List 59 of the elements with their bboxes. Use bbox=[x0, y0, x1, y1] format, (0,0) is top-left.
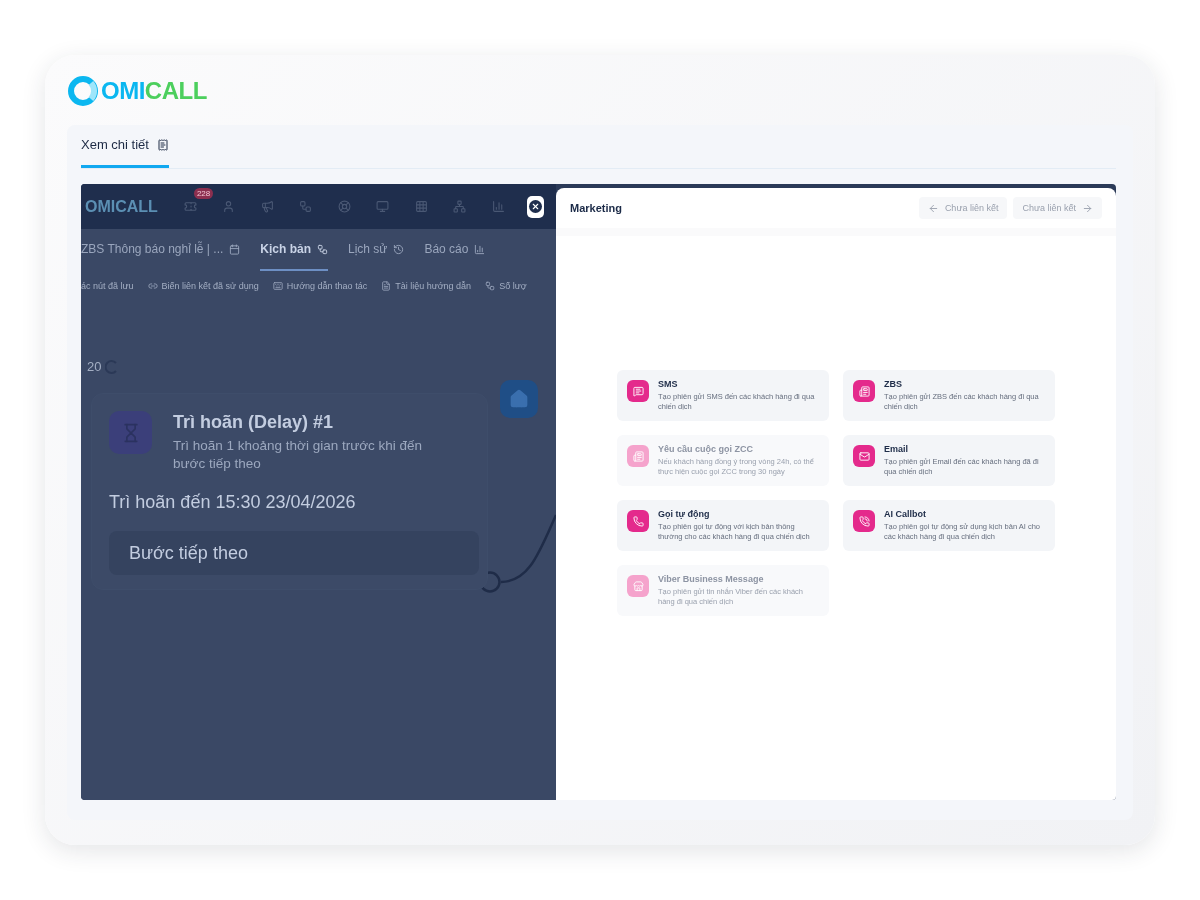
tab-icon bbox=[393, 243, 405, 255]
app-tab[interactable]: Báo cáo bbox=[424, 229, 486, 271]
tool-icon bbox=[485, 281, 496, 291]
toolbar-link[interactable]: Hướng dẫn thao tác bbox=[286, 281, 368, 291]
app-tab[interactable]: Kịch bản bbox=[260, 229, 328, 271]
drawer-title: Marketing bbox=[570, 202, 622, 214]
tab-icon bbox=[317, 243, 328, 255]
action-title: AI Callbot bbox=[884, 509, 927, 519]
next-step-field[interactable]: Bước tiếp theo bbox=[109, 531, 479, 575]
logo: OMICALL bbox=[101, 77, 207, 105]
node-description: Trì hoãn 1 khoảng thời gian trước khi đến bước tiếp theo bbox=[173, 437, 424, 473]
tool-icon bbox=[272, 281, 283, 291]
chart-icon[interactable] bbox=[491, 200, 505, 213]
action-title: Email bbox=[884, 444, 909, 454]
glyph-icon bbox=[632, 385, 644, 397]
glyph-icon bbox=[632, 450, 644, 462]
panel-tab[interactable]: Xem chi tiết bbox=[81, 125, 169, 168]
toolbar-link[interactable]: ác nút đã lưu bbox=[81, 281, 134, 291]
ticket-icon[interactable] bbox=[183, 200, 197, 213]
node-title: Trì hoãn (Delay) #1 bbox=[173, 412, 334, 433]
monitor-icon[interactable] bbox=[376, 200, 390, 213]
action-title: SMS bbox=[658, 379, 679, 389]
action-title: Yêu cầu cuộc gọi ZCC bbox=[658, 444, 754, 454]
action-title: Gọi tự động bbox=[658, 509, 711, 519]
arrow-right-icon bbox=[1082, 202, 1093, 214]
tab-icon bbox=[229, 243, 241, 255]
glyph-icon bbox=[858, 515, 870, 527]
app-logo: OMICALL bbox=[85, 197, 158, 216]
toolbar-link[interactable]: Số lượ bbox=[499, 281, 527, 291]
count-badge: 228 bbox=[193, 187, 214, 199]
glyph-icon bbox=[858, 385, 870, 397]
delay-node-card[interactable]: Trì hoãn (Delay) #1 Trì hoãn 1 khoảng thời gian trước khi đến bước tiếp theo Trì hoãn đến 15:30 23/04/2026 Bước tiếp theo bbox=[91, 393, 488, 590]
glyph-icon bbox=[858, 450, 870, 462]
hourglass-icon bbox=[109, 411, 152, 454]
lifebuoy-icon[interactable] bbox=[337, 200, 351, 213]
user-icon[interactable] bbox=[222, 200, 236, 213]
workflow-icon[interactable] bbox=[299, 200, 313, 213]
app-tab[interactable]: ZBS Thông báo nghỉ lễ | ... bbox=[81, 229, 241, 271]
action-title: ZBS bbox=[884, 379, 903, 389]
toolbar-link[interactable]: Tài liệu hướng dẫn bbox=[395, 281, 472, 291]
grid-icon[interactable] bbox=[414, 200, 428, 213]
close-icon bbox=[530, 202, 540, 211]
home-icon[interactable] bbox=[500, 380, 538, 418]
action-title: Viber Business Message bbox=[658, 574, 765, 584]
megaphone-icon[interactable] bbox=[260, 200, 274, 213]
glyph-icon bbox=[632, 515, 644, 527]
arrow-left-icon bbox=[927, 202, 939, 214]
app-tab[interactable]: Lịch sử bbox=[348, 229, 405, 271]
toolbar-link[interactable]: Biến liên kết đã sử dụng bbox=[161, 281, 259, 291]
tool-icon bbox=[381, 281, 392, 291]
tool-icon bbox=[147, 281, 158, 291]
note-icon bbox=[156, 138, 169, 151]
network-icon[interactable] bbox=[453, 200, 467, 213]
delay-time-text: Trì hoãn đến 15:30 23/04/2026 bbox=[109, 492, 356, 513]
zoom-value: 20 bbox=[87, 359, 102, 374]
close-button[interactable] bbox=[526, 195, 545, 218]
glyph-icon bbox=[632, 580, 644, 592]
tab-icon bbox=[474, 243, 486, 255]
logo-ring-icon bbox=[67, 75, 99, 107]
